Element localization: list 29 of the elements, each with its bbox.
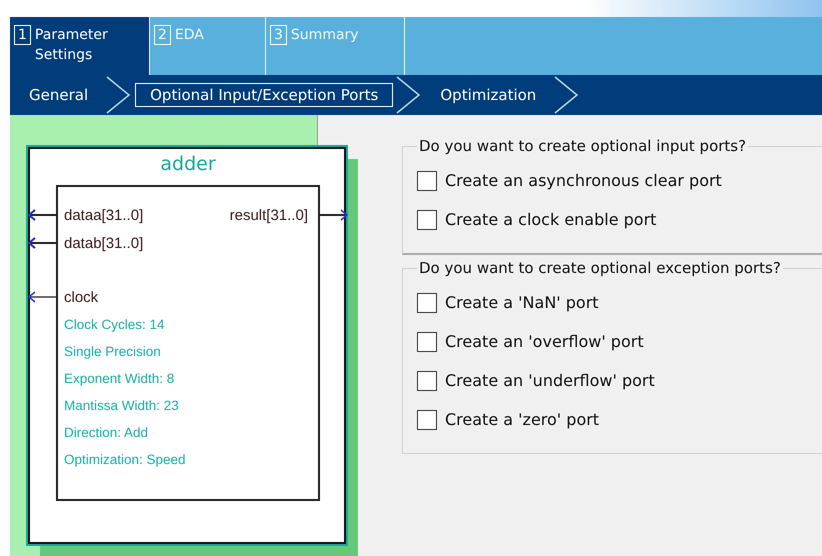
port-label: datab[31..0] xyxy=(64,234,144,252)
checkbox[interactable] xyxy=(417,210,437,230)
step-link[interactable]: Optional Input/Exception Ports xyxy=(135,83,394,107)
parameter-text: Optimization: Speed xyxy=(64,451,187,469)
parameter-text: Mantissa Width: 23 xyxy=(64,397,180,415)
checkbox[interactable] xyxy=(417,170,437,190)
option-checkbox[interactable]: Create a 'zero' port xyxy=(417,400,822,439)
option-checkbox[interactable]: Create a clock enable port xyxy=(417,200,822,239)
symbol-title: adder xyxy=(159,153,217,175)
port-label: result[31..0] xyxy=(230,206,308,224)
checkbox[interactable] xyxy=(417,292,437,312)
wizard-tab[interactable]: 1 Parameter Settings xyxy=(10,17,150,75)
parameter-text: Clock Cycles: 14 xyxy=(64,316,166,334)
group-title: Do you want to create optional exception ports? xyxy=(418,259,782,277)
option-checkbox[interactable]: Create an 'overflow' port xyxy=(417,322,822,361)
parameter-text: Single Precision xyxy=(64,343,162,361)
port-label: dataa[31..0] xyxy=(64,206,144,224)
checkbox[interactable] xyxy=(417,332,437,352)
checkbox[interactable] xyxy=(417,410,437,430)
option-checkbox[interactable]: Create an 'underflow' port xyxy=(417,361,822,400)
parameter-text: Direction: Add xyxy=(64,424,150,442)
step-link[interactable]: Optimization xyxy=(425,83,552,107)
checkbox[interactable] xyxy=(417,370,437,390)
option-checkbox[interactable]: Create a 'NaN' port xyxy=(417,283,822,322)
option-checkbox[interactable]: Create an asynchronous clear port xyxy=(417,161,822,200)
step-link[interactable]: General xyxy=(12,83,104,107)
parameter-text: Exponent Width: 8 xyxy=(64,370,176,388)
port-label: clock xyxy=(64,288,98,306)
group-title: Do you want to create optional input ports? xyxy=(418,137,748,155)
